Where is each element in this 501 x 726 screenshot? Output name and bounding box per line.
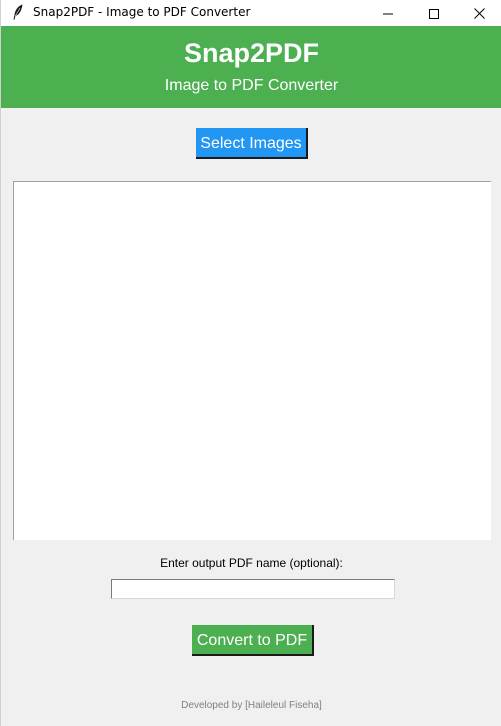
select-images-button[interactable]: Select Images	[196, 128, 308, 159]
output-name-label: Enter output PDF name (optional):	[160, 556, 343, 570]
convert-to-pdf-button[interactable]: Convert to PDF	[192, 625, 314, 656]
app-title: Snap2PDF	[183, 38, 320, 68]
maximize-icon	[429, 4, 439, 23]
minimize-icon	[383, 4, 393, 23]
app-subtitle: Image to PDF Converter	[164, 77, 339, 94]
maximize-button[interactable]	[411, 0, 457, 26]
close-button[interactable]	[456, 0, 501, 26]
minimize-button[interactable]	[365, 0, 411, 26]
image-list[interactable]	[13, 181, 491, 540]
output-name-input[interactable]	[111, 579, 395, 599]
window-title: Snap2PDF - Image to PDF Converter	[33, 5, 251, 19]
feather-icon	[12, 4, 24, 20]
title-bar[interactable]: Snap2PDF - Image to PDF Converter	[1, 0, 501, 26]
app-header: Snap2PDF Image to PDF Converter	[1, 26, 501, 108]
app-window: Snap2PDF - Image to PDF Converter Snap2P…	[0, 0, 501, 726]
footer-credit: Developed by [Haileleul Fiseha]	[181, 700, 322, 711]
close-icon	[473, 4, 485, 23]
